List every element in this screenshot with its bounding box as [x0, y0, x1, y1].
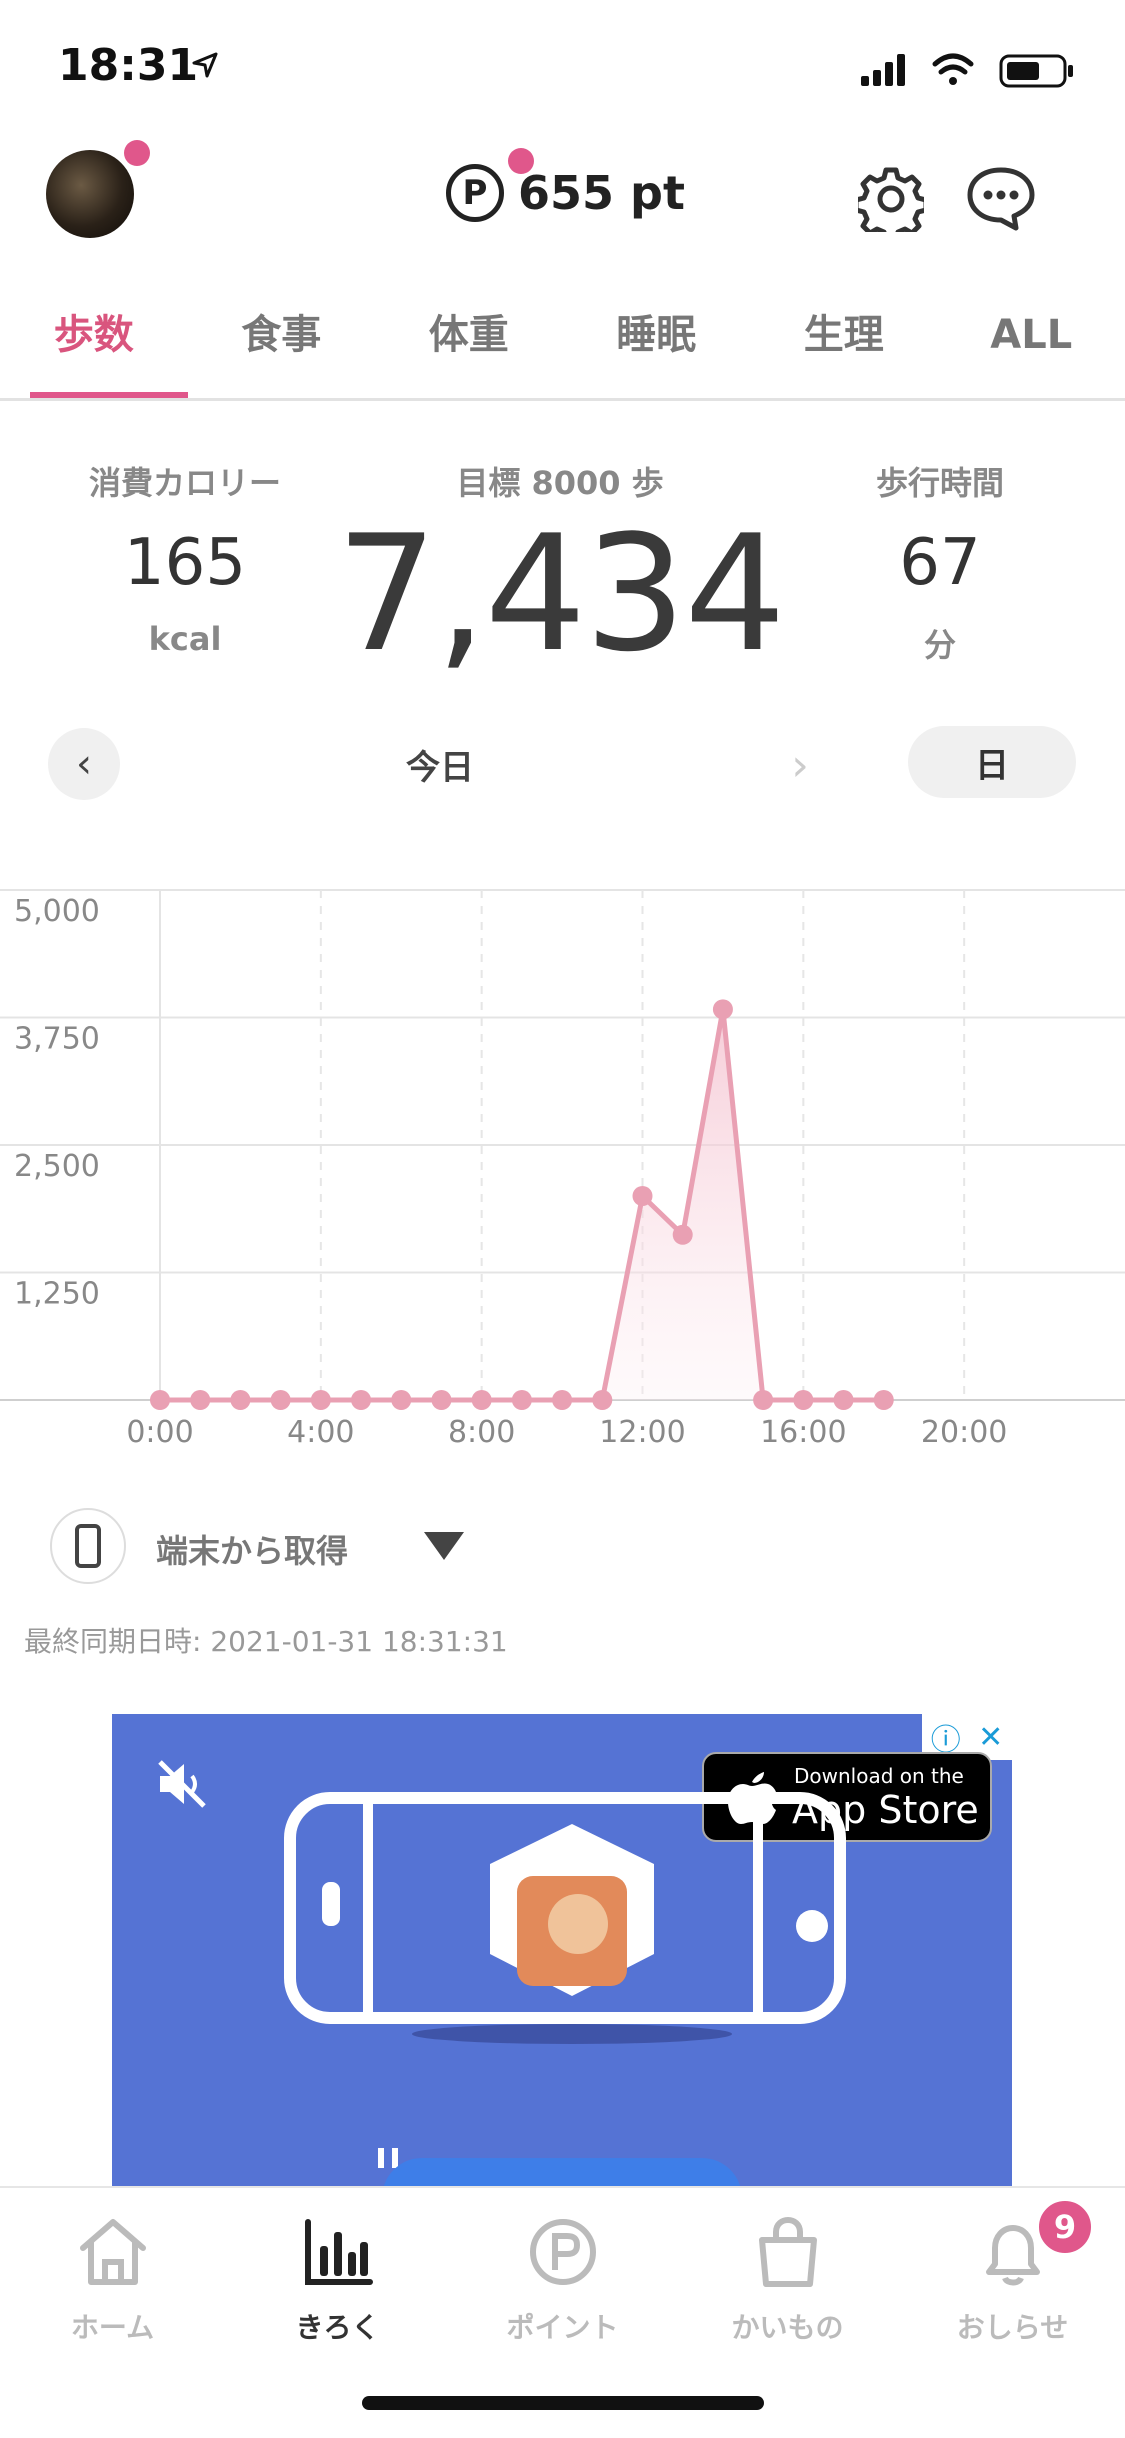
device-source-button[interactable] [50, 1508, 126, 1584]
notification-badge: 9 [1036, 2198, 1094, 2256]
data-point [391, 1390, 411, 1410]
data-point [271, 1390, 291, 1410]
bar-chart-icon [298, 2212, 378, 2292]
previous-day-button[interactable]: ‹ [48, 728, 120, 800]
series-line [160, 1009, 884, 1400]
x-tick-label: 4:00 [287, 1415, 354, 1450]
ad-phone-illustration [112, 1714, 1012, 2192]
data-point [230, 1390, 250, 1410]
calories-label: 消費カロリー [60, 458, 310, 504]
point-icon [523, 2212, 603, 2292]
ad-banner[interactable]: ⓘ ✕ Download on the App Store [112, 1714, 1012, 2192]
last-sync-text: 最終同期日時: 2021-01-31 18:31:31 [24, 1620, 508, 1660]
shopping-bag-icon [748, 2212, 828, 2292]
dropdown-triangle-icon[interactable] [424, 1532, 464, 1560]
phone-icon [75, 1524, 101, 1568]
data-point [793, 1390, 813, 1410]
point-icon: P [446, 164, 504, 222]
avatar[interactable] [46, 150, 134, 238]
data-point [311, 1390, 331, 1410]
steps-line-chart: 5,000 3,750 2,500 1,250 0:00 4:00 8:00 12:00 16:… [0, 860, 1125, 1460]
series-area [160, 1009, 884, 1400]
tab-weight[interactable]: 体重 [375, 300, 563, 400]
nav-notifications-label: おしらせ [900, 2306, 1125, 2346]
wifi-icon [935, 56, 971, 72]
next-day-button[interactable]: › [780, 740, 820, 791]
y-tick-label: 2,500 [14, 1149, 100, 1184]
data-point [753, 1390, 773, 1410]
x-tick-label: 0:00 [126, 1415, 193, 1450]
x-tick-label: 12:00 [599, 1415, 685, 1450]
period-day-button[interactable]: 日 [908, 726, 1076, 798]
data-point [431, 1390, 451, 1410]
tab-period[interactable]: 生理 [750, 300, 938, 400]
y-tick-label: 3,750 [14, 1022, 100, 1057]
tab-steps[interactable]: 歩数 [0, 300, 188, 400]
calories-value: 165 [60, 526, 310, 600]
points-notification-dot [508, 148, 534, 174]
data-point [673, 1225, 693, 1245]
data-point [351, 1390, 371, 1410]
data-point [552, 1390, 572, 1410]
nav-shopping[interactable]: かいもの [675, 2212, 900, 2346]
x-tick-label: 8:00 [448, 1415, 515, 1450]
points-value: 655 pt [518, 166, 685, 220]
data-point [874, 1390, 894, 1410]
walk-time-unit: 分 [840, 620, 1040, 666]
tab-all[interactable]: ALL [938, 300, 1125, 400]
data-point [713, 999, 733, 1019]
y-tick-label: 1,250 [14, 1277, 100, 1312]
data-point [150, 1390, 170, 1410]
tab-divider [0, 398, 1125, 401]
step-count: 7,434 [300, 500, 820, 687]
walk-time-label: 歩行時間 [840, 458, 1040, 504]
nav-records[interactable]: きろく [225, 2212, 450, 2346]
status-icons [861, 50, 1081, 90]
tab-sleep[interactable]: 睡眠 [563, 300, 751, 400]
battery-icon [1001, 56, 1073, 86]
source-label[interactable]: 端末から取得 [156, 1526, 348, 1572]
walk-time-value: 67 [840, 526, 1040, 600]
nav-home-label: ホーム [0, 2306, 225, 2346]
calories-unit: kcal [60, 620, 310, 658]
x-tick-label: 20:00 [921, 1415, 1007, 1450]
data-point [512, 1390, 532, 1410]
nav-points-label: ポイント [450, 2306, 675, 2346]
nav-points[interactable]: ポイント [450, 2212, 675, 2346]
category-tabs: 歩数 食事 体重 睡眠 生理 ALL [0, 300, 1125, 400]
nav-shopping-label: かいもの [675, 2306, 900, 2346]
nav-records-label: きろく [225, 2306, 450, 2346]
data-point [592, 1390, 612, 1410]
data-point [190, 1390, 210, 1410]
y-tick-label: 5,000 [14, 894, 100, 929]
x-tick-label: 16:00 [760, 1415, 846, 1450]
nav-home[interactable]: ホーム [0, 2212, 225, 2346]
data-point [633, 1186, 653, 1206]
avatar-notification-dot [124, 140, 150, 166]
home-indicator [362, 2396, 764, 2410]
date-label: 今日 [380, 740, 500, 789]
points-display[interactable]: P 655 pt [446, 164, 685, 222]
status-time: 18:31 [58, 40, 198, 91]
data-point [472, 1390, 492, 1410]
chat-icon[interactable] [966, 166, 1036, 232]
data-point [834, 1390, 854, 1410]
home-icon [73, 2212, 153, 2292]
location-arrow-icon [190, 50, 220, 80]
gear-icon[interactable] [858, 166, 924, 232]
tab-meals[interactable]: 食事 [188, 300, 376, 400]
goal-label: 目標 8000 歩 [400, 458, 720, 504]
signal-icon [861, 54, 905, 86]
